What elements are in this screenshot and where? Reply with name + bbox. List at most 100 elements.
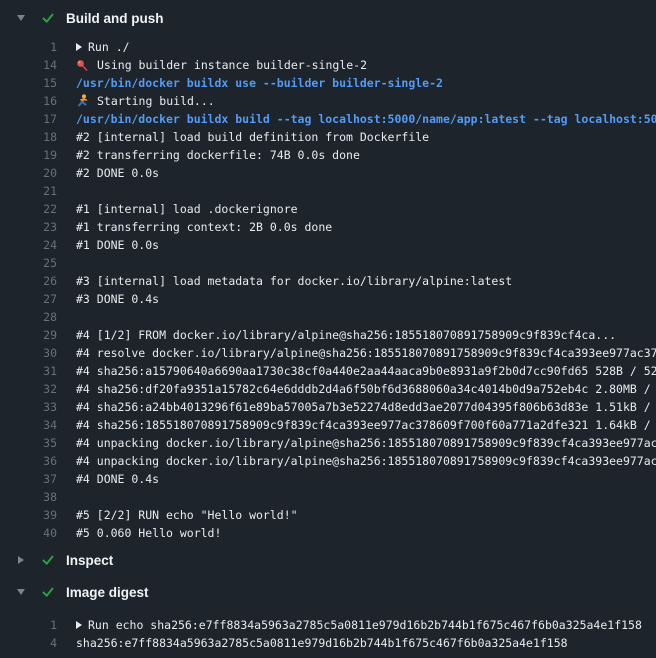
log-line-text: Run echo sha256:e7ff8834a5963a2785c5a081… [57, 616, 656, 634]
log-line-text: Run ./ [57, 38, 656, 56]
chevron-down-icon[interactable] [16, 589, 26, 595]
log-line: 39#5 [2/2] RUN echo "Hello world!" [0, 506, 656, 524]
log-text: #3 DONE 0.4s [76, 290, 159, 308]
log-line-number[interactable]: 28 [0, 308, 57, 326]
log-line-number[interactable]: 22 [0, 200, 57, 218]
log-line-text: #4 sha256:a15790640a6690aa1730c38cf0a440… [57, 362, 656, 380]
log-line-number[interactable]: 37 [0, 470, 57, 488]
log-text: #1 DONE 0.0s [76, 236, 159, 254]
section-log: 1 Run echo sha256:e7ff8834a5963a2785c5a08… [0, 616, 656, 652]
log-text: #1 transferring context: 2B 0.0s done [76, 218, 332, 236]
log-line-number[interactable]: 4 [0, 634, 57, 652]
section-header-build-and-push[interactable]: Build and push [0, 2, 656, 34]
success-check-icon [41, 585, 55, 599]
log-line: 25 [0, 254, 656, 272]
log-text: #1 [internal] load .dockerignore [76, 200, 298, 218]
log-line-number[interactable]: 34 [0, 416, 57, 434]
log-line: 34 #4 sha256:185518070891758909c9f839cf4c… [0, 416, 656, 434]
play-expand-icon[interactable] [76, 43, 88, 51]
log-line-number[interactable]: 27 [0, 290, 57, 308]
log-line-text: #2 transferring dockerfile: 74B 0.0s don… [57, 146, 656, 164]
log-line: 32 #4 sha256:df20fa9351a15782c64e6dddb2d4… [0, 380, 656, 398]
log-line-number[interactable]: 35 [0, 434, 57, 452]
log-line-text: #1 [internal] load .dockerignore [57, 200, 656, 218]
log-line-number[interactable]: 21 [0, 182, 57, 200]
log-line-text: #4 unpacking docker.io/library/alpine@sh… [57, 434, 656, 452]
log-line-text: #3 DONE 0.4s [57, 290, 656, 308]
log-line: 21 [0, 182, 656, 200]
log-line-text: #4 sha256:df20fa9351a15782c64e6dddb2d4a6… [57, 380, 656, 398]
section-header-inspect[interactable]: Inspect [0, 544, 656, 576]
log-line-number[interactable]: 1 [0, 38, 57, 56]
log-line-text: #2 [internal] load build definition from… [57, 128, 656, 146]
section-image-digest: Image digest 1 Run echo sha256:e7ff8834a59… [0, 576, 656, 652]
log-line-text: #2 DONE 0.0s [57, 164, 656, 182]
log-line-number[interactable]: 32 [0, 380, 57, 398]
log-line: 40#5 0.060 Hello world! [0, 524, 656, 542]
success-check-icon [41, 553, 55, 567]
play-expand-icon[interactable] [76, 621, 88, 629]
log-line-number[interactable]: 1 [0, 616, 57, 634]
log-line-text [57, 308, 656, 326]
log-line-number[interactable]: 16 [0, 92, 57, 110]
log-line: 35#4 unpacking docker.io/library/alpine@… [0, 434, 656, 452]
log-line-text [57, 182, 656, 200]
toggle-triangle [17, 15, 25, 21]
log-line-number[interactable]: 39 [0, 506, 57, 524]
log-text: #4 resolve docker.io/library/alpine@sha2… [76, 344, 656, 362]
section-header-image-digest[interactable]: Image digest [0, 576, 656, 608]
section-title: Build and push [66, 11, 164, 26]
log-line-text [57, 488, 656, 506]
log-text: #4 [1/2] FROM docker.io/library/alpine@s… [76, 326, 616, 344]
log-line-number[interactable]: 30 [0, 344, 57, 362]
log-line-number[interactable]: 24 [0, 236, 57, 254]
log-line-number[interactable]: 31 [0, 362, 57, 380]
log-line: 23 #1 transferring context: 2B 0.0s done [0, 218, 656, 236]
log-line-text: #4 DONE 0.4s [57, 470, 656, 488]
log-line-text: #1 transferring context: 2B 0.0s done [57, 218, 656, 236]
log-line: 17/usr/bin/docker buildx build --tag loc… [0, 110, 656, 128]
log-line: 28 [0, 308, 656, 326]
log-line-text: #4 [1/2] FROM docker.io/library/alpine@s… [57, 326, 656, 344]
log-line-text: #5 [2/2] RUN echo "Hello world!" [57, 506, 656, 524]
log-line: 24 #1 DONE 0.0s [0, 236, 656, 254]
log-line-number[interactable]: 20 [0, 164, 57, 182]
toggle-triangle [17, 589, 25, 595]
log-line-text: #4 unpacking docker.io/library/alpine@sh… [57, 452, 656, 470]
log-line-number[interactable]: 15 [0, 74, 57, 92]
log-line-number[interactable]: 36 [0, 452, 57, 470]
log-line-number[interactable]: 26 [0, 272, 57, 290]
log-text: Using builder instance builder-single-2 [97, 56, 367, 74]
log-line-number[interactable]: 38 [0, 488, 57, 506]
log-line: 36#4 unpacking docker.io/library/alpine@… [0, 452, 656, 470]
chevron-down-icon[interactable] [16, 15, 26, 21]
log-text: #4 sha256:df20fa9351a15782c64e6dddb2d4a6… [76, 380, 656, 398]
log-line-number[interactable]: 23 [0, 218, 57, 236]
log-line-number[interactable]: 19 [0, 146, 57, 164]
chevron-right-icon[interactable] [16, 556, 26, 564]
log-text: #4 sha256:a15790640a6690aa1730c38cf0a440… [76, 362, 656, 380]
section-log: 1Run ./14 Using builder instance builder-… [0, 38, 656, 542]
log-line: 15/usr/bin/docker buildx use --builder b… [0, 74, 656, 92]
log-line-number[interactable]: 29 [0, 326, 57, 344]
section-title: Inspect [66, 553, 113, 568]
log-line-text: /usr/bin/docker buildx build --tag local… [57, 110, 656, 128]
log-line: 20#2 DONE 0.0s [0, 164, 656, 182]
log-text: #4 sha256:185518070891758909c9f839cf4ca3… [76, 416, 656, 434]
log-line-text: #4 resolve docker.io/library/alpine@sha2… [57, 344, 656, 362]
log-line-number[interactable]: 33 [0, 398, 57, 416]
play-triangle [76, 621, 82, 629]
log-line: 1Run ./ [0, 38, 656, 56]
log-text: Run echo sha256:e7ff8834a5963a2785c5a081… [88, 616, 642, 634]
log-line-text: Using builder instance builder-single-2 [57, 56, 656, 74]
log-line-number[interactable]: 14 [0, 56, 57, 74]
log-line-number[interactable]: 25 [0, 254, 57, 272]
log-text: /usr/bin/docker buildx build --tag local… [76, 110, 656, 128]
log-line-number[interactable]: 40 [0, 524, 57, 542]
log-line-number[interactable]: 17 [0, 110, 57, 128]
log-line-number[interactable]: 18 [0, 128, 57, 146]
log-text: Starting build... [97, 92, 215, 110]
play-triangle [76, 43, 82, 51]
section-build-and-push: Build and push 1Run ./14 Using builder ins… [0, 2, 656, 542]
log-text: #3 [internal] load metadata for docker.i… [76, 272, 512, 290]
